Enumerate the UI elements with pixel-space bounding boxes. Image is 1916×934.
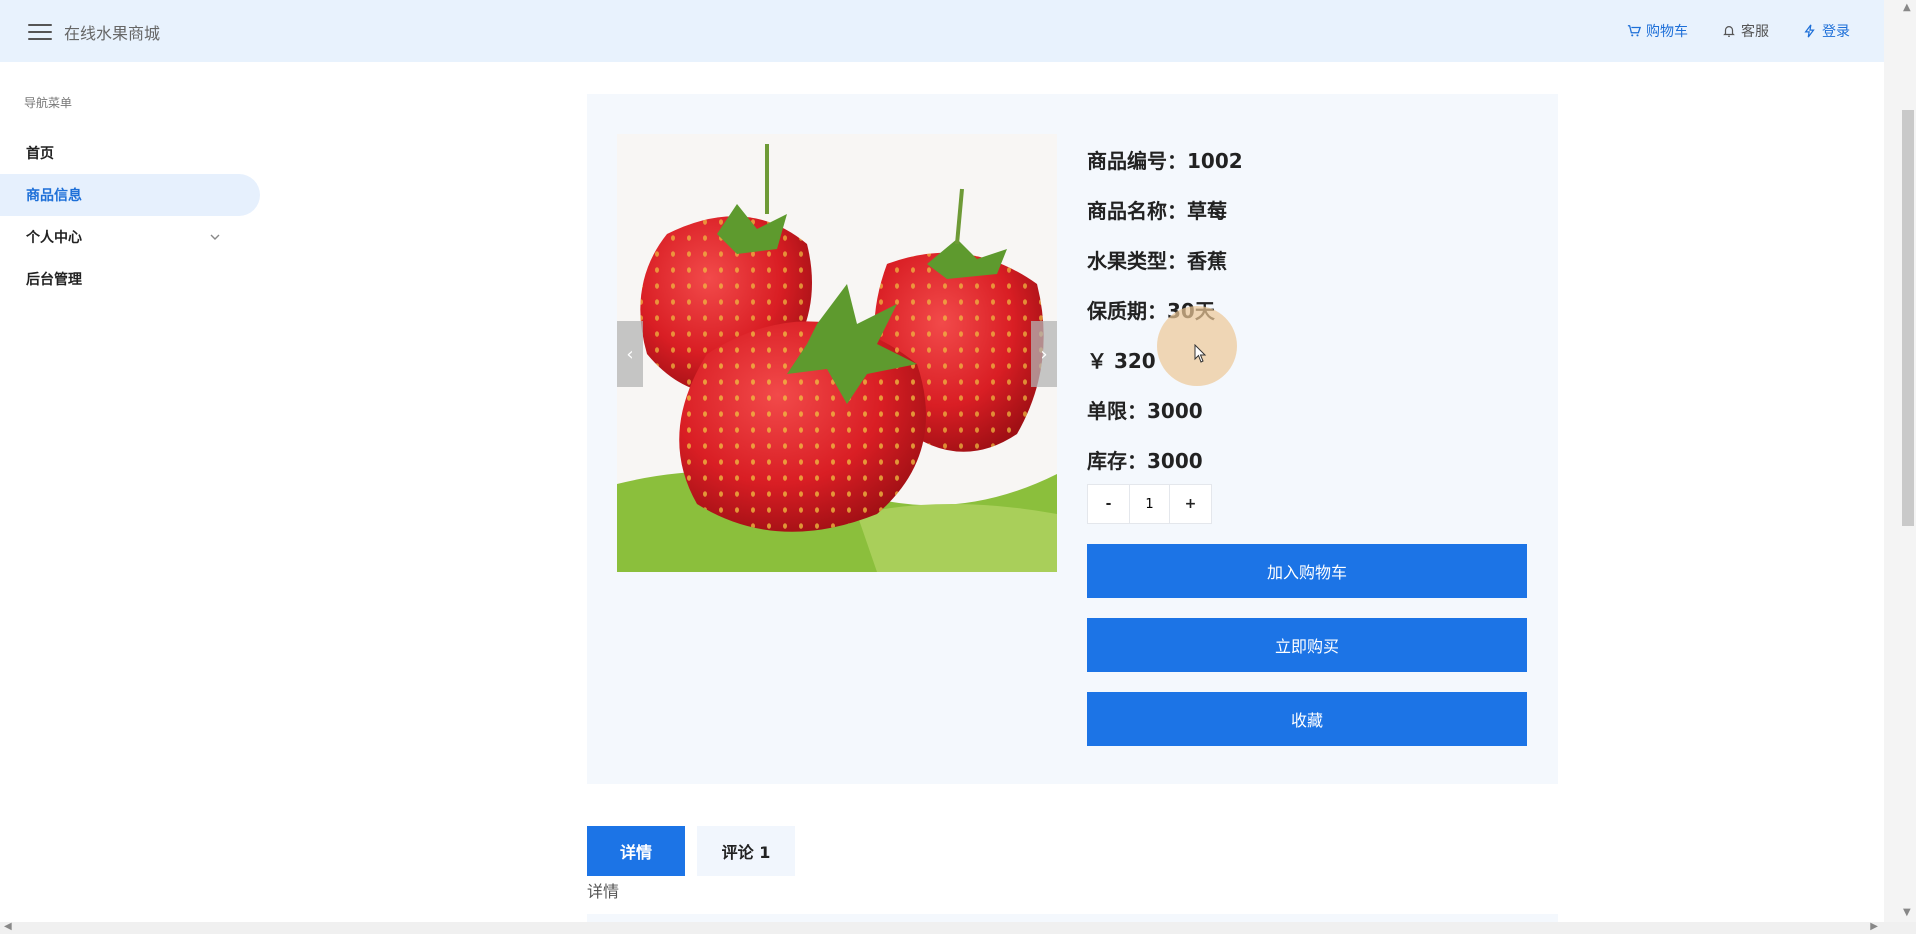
- increase-button[interactable]: +: [1170, 485, 1211, 523]
- purchase-limit: 单限：3000: [1087, 398, 1203, 423]
- fruit-type: 水果类型：香蕉: [1087, 248, 1227, 273]
- add-to-cart-button[interactable]: 加入购物车: [1087, 544, 1527, 598]
- sidebar-item-products[interactable]: 商品信息: [0, 174, 260, 216]
- top-bar: 在线水果商城 购物车 客服 登录: [0, 0, 1884, 62]
- quantity-field-wrapper: [1129, 485, 1170, 523]
- carousel-next-button[interactable]: ›: [1031, 321, 1057, 387]
- top-actions: 购物车 客服 登录: [1627, 21, 1850, 41]
- product-id: 商品编号：1002: [1087, 148, 1243, 173]
- sidebar-heading: 导航菜单: [24, 96, 73, 110]
- product-panel: ‹ › 商品编号：1002 商品名称：草莓 水果类型：香蕉 保质期：30天 ￥ …: [587, 94, 1558, 784]
- horizontal-scrollbar[interactable]: ◀ ▶: [0, 921, 1916, 934]
- cart-link[interactable]: 购物车: [1627, 21, 1688, 41]
- scroll-left-arrow-icon[interactable]: ◀: [4, 921, 12, 932]
- scroll-up-arrow-icon[interactable]: ▲: [1903, 2, 1911, 13]
- quantity-stepper: - +: [1087, 484, 1212, 524]
- favorite-button[interactable]: 收藏: [1087, 692, 1527, 746]
- login-link[interactable]: 登录: [1803, 21, 1850, 41]
- tab-details[interactable]: 详情: [587, 826, 685, 876]
- carousel-prev-button[interactable]: ‹: [617, 321, 643, 387]
- decrease-button[interactable]: -: [1088, 485, 1129, 523]
- sidebar-item-home[interactable]: 首页: [0, 132, 260, 174]
- hamburger-menu-icon[interactable]: [28, 24, 52, 40]
- sidebar-item-label: 个人中心: [26, 230, 82, 246]
- service-link[interactable]: 客服: [1722, 21, 1769, 41]
- scroll-right-arrow-icon[interactable]: ▶: [1870, 921, 1878, 932]
- site-title: 在线水果商城: [64, 24, 161, 43]
- tab-comments[interactable]: 评论 1: [697, 826, 795, 876]
- cart-icon: [1627, 25, 1641, 37]
- stock: 库存：3000: [1087, 448, 1203, 473]
- scrollbar-thumb[interactable]: [1902, 110, 1914, 526]
- detail-content-area: [587, 914, 1558, 922]
- bell-icon: [1723, 26, 1735, 37]
- sidebar-item-label: 首页: [26, 146, 54, 162]
- login-label: 登录: [1822, 24, 1850, 40]
- service-label: 客服: [1741, 24, 1769, 40]
- sidebar-item-admin[interactable]: 后台管理: [0, 258, 260, 300]
- product-name: 商品名称：草莓: [1087, 198, 1227, 223]
- bolt-icon: [1804, 24, 1815, 38]
- vertical-scrollbar[interactable]: ▲ ▼: [1884, 0, 1916, 922]
- sidebar: 导航菜单 首页 商品信息 个人中心 后台管理: [0, 62, 262, 922]
- product-info: 商品编号：1002 商品名称：草莓 水果类型：香蕉 保质期：30天 ￥ 320 …: [1087, 134, 1243, 484]
- detail-tabs: 详情 评论 1: [587, 826, 807, 876]
- quantity-input[interactable]: [1130, 496, 1169, 512]
- mouse-pointer-icon: [1194, 344, 1207, 363]
- sidebar-item-label: 后台管理: [26, 272, 82, 288]
- cart-label: 购物车: [1646, 24, 1688, 40]
- strawberry-image: [617, 134, 1057, 572]
- tab-content-title: 详情: [587, 882, 620, 901]
- scroll-down-arrow-icon[interactable]: ▼: [1903, 907, 1911, 918]
- chevron-down-icon: [210, 234, 220, 240]
- sidebar-item-label: 商品信息: [26, 188, 82, 204]
- buy-now-button[interactable]: 立即购买: [1087, 618, 1527, 672]
- product-image-carousel: ‹ ›: [617, 134, 1057, 572]
- sidebar-item-personal-center[interactable]: 个人中心: [0, 216, 260, 258]
